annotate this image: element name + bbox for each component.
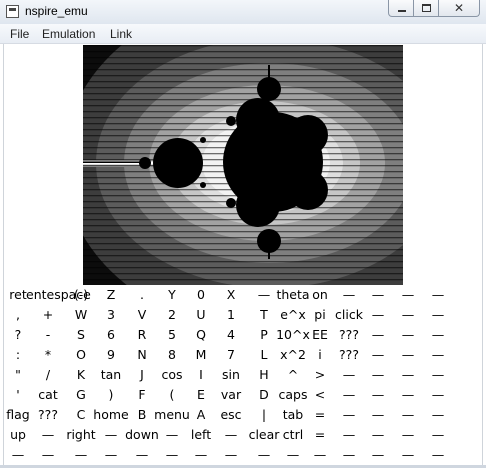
title-bar: nspire_emu ✕	[0, 0, 486, 24]
menu-bar: File Emulation Link	[0, 24, 486, 44]
calculator-screen[interactable]	[83, 45, 403, 285]
keypad-key[interactable]: —	[416, 345, 460, 365]
minimize-icon	[398, 10, 406, 12]
keypad-key[interactable]: —	[416, 425, 460, 445]
maximize-icon	[422, 4, 431, 12]
close-button[interactable]: ✕	[438, 0, 480, 17]
close-icon: ✕	[453, 1, 465, 15]
keypad-key[interactable]: —	[416, 385, 460, 405]
minimize-button[interactable]	[388, 0, 414, 17]
keypad-key[interactable]: —	[416, 305, 460, 325]
keypad-key[interactable]: —	[416, 405, 460, 425]
app-icon	[6, 5, 19, 18]
window-title: nspire_emu	[25, 4, 88, 18]
menu-file[interactable]: File	[10, 27, 29, 41]
menu-link[interactable]: Link	[110, 27, 132, 41]
maximize-button[interactable]	[413, 0, 439, 17]
keypad-key[interactable]: —	[416, 445, 460, 465]
keypad: ret entespace (-) Z. Y 0 X — theta on — — — —, + W 3 V 2 U 1…	[4, 285, 482, 465]
window-controls: ✕	[388, 0, 480, 18]
keypad-key[interactable]: —	[416, 365, 460, 385]
keypad-key[interactable]: —	[416, 285, 460, 305]
keypad-key[interactable]: —	[416, 325, 460, 345]
menu-emulation[interactable]: Emulation	[42, 27, 95, 41]
scanlines	[83, 45, 403, 285]
